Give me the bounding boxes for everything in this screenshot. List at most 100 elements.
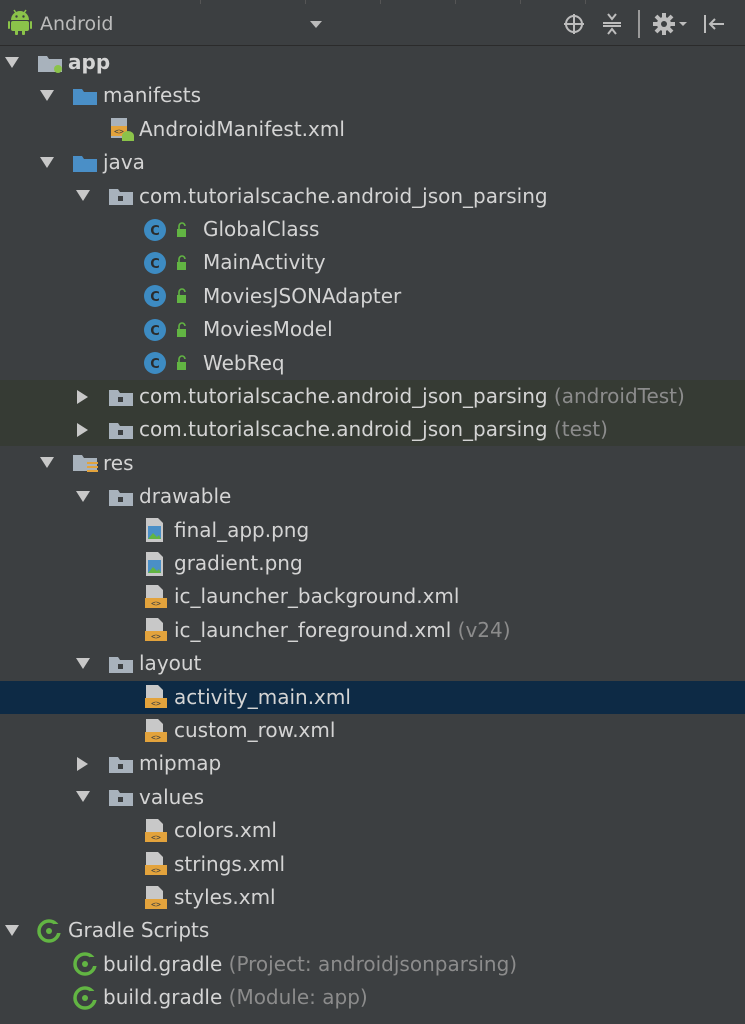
tree-row[interactable]: com.tutorialscache.android_json_parsing …: [0, 413, 745, 447]
tree-row[interactable]: <> strings.xml: [0, 848, 745, 881]
view-mode-selector[interactable]: Android: [8, 8, 328, 40]
collapse-arrow-icon[interactable]: [73, 380, 93, 413]
tree-item-name: GlobalClass: [203, 217, 320, 241]
expand-arrow-icon[interactable]: [73, 480, 93, 513]
tree-row[interactable]: build.gradle (Module: app): [0, 981, 745, 1014]
gradle-icon: [72, 948, 100, 981]
tree-item-label: colors.xml: [174, 814, 277, 847]
tree-row[interactable]: layout: [0, 647, 745, 680]
tree-item-hint: (v24): [451, 617, 511, 642]
tree-item-label: build.gradle (Project: androidjsonparsin…: [103, 948, 517, 981]
class-icon: C: [143, 313, 193, 346]
tree-row[interactable]: final_app.png: [0, 514, 745, 547]
tree-row[interactable]: java: [0, 146, 745, 179]
svg-text:C: C: [150, 324, 160, 339]
folder-icon: [72, 79, 98, 112]
tree-item-label: MainActivity: [203, 246, 326, 279]
svg-text:C: C: [150, 224, 160, 239]
tree-item-name: MainActivity: [203, 250, 326, 275]
package-icon: [108, 747, 134, 780]
tree-row[interactable]: res: [0, 447, 745, 480]
tree-item-name: build.gradle: [103, 951, 223, 976]
svg-text:<>: <>: [151, 599, 161, 608]
chevron-down-icon: [310, 21, 322, 28]
tick-mark: [305, 0, 306, 4]
expand-arrow-icon[interactable]: [73, 180, 93, 213]
class-icon: C: [143, 213, 193, 246]
tree-item-name: WebReq: [203, 350, 285, 375]
expand-arrow-icon[interactable]: [37, 146, 57, 179]
tree-item-label: com.tutorialscache.android_json_parsing: [139, 180, 548, 213]
expand-arrow-icon[interactable]: [2, 914, 22, 947]
tree-item-label: com.tutorialscache.android_json_parsing …: [139, 413, 608, 446]
tree-item-name: build.gradle: [103, 985, 223, 1010]
package-icon: [108, 180, 134, 213]
tree-item-hint: (androidTest): [547, 384, 685, 408]
res-folder-icon: [72, 447, 100, 480]
tree-row[interactable]: com.tutorialscache.android_json_parsing …: [0, 380, 745, 413]
tree-item-name: layout: [139, 651, 202, 676]
expand-arrow-icon[interactable]: [2, 46, 22, 79]
svg-text:<>: <>: [151, 733, 161, 742]
tree-row[interactable]: build.gradle (Project: androidjsonparsin…: [0, 948, 745, 981]
tree-row[interactable]: <> AndroidManifest.xml: [0, 113, 745, 146]
svg-text:<>: <>: [151, 833, 161, 842]
expand-arrow-icon[interactable]: [37, 79, 57, 112]
collapse-arrow-icon[interactable]: [73, 413, 93, 446]
tree-item-label: drawable: [139, 480, 231, 513]
tree-item-label: GlobalClass: [203, 213, 319, 246]
tree-row[interactable]: manifests: [0, 79, 745, 112]
tree-row[interactable]: C MainActivity: [0, 246, 745, 279]
locate-icon[interactable]: [562, 12, 586, 36]
package-icon: [108, 647, 134, 680]
tree-row[interactable]: <> styles.xml: [0, 881, 745, 914]
tree-row[interactable]: com.tutorialscache.android_json_parsing: [0, 180, 745, 213]
tick-mark: [200, 0, 201, 4]
tree-item-label: MoviesJSONAdapter: [203, 280, 401, 313]
tree-row[interactable]: C WebReq: [0, 347, 745, 380]
image-file-icon: [143, 547, 167, 580]
tree-item-label: MoviesModel: [203, 313, 333, 346]
view-mode-label: Android: [40, 13, 114, 35]
tree-item-name: MoviesJSONAdapter: [203, 283, 402, 308]
collapse-all-icon[interactable]: [600, 12, 624, 36]
tree-row[interactable]: <> ic_launcher_background.xml: [0, 580, 745, 613]
tick-mark: [455, 0, 456, 4]
tree-item-label: com.tutorialscache.android_json_parsing …: [139, 380, 685, 413]
gradle-icon: [36, 914, 64, 947]
collapse-arrow-icon[interactable]: [73, 747, 93, 780]
expand-arrow-icon[interactable]: [73, 781, 93, 814]
expand-arrow-icon[interactable]: [37, 447, 57, 480]
tree-item-hint: (test): [547, 417, 608, 442]
tree-row[interactable]: Gradle Scripts: [0, 914, 745, 947]
tree-row[interactable]: C GlobalClass: [0, 213, 745, 246]
tree-row[interactable]: C MoviesJSONAdapter: [0, 280, 745, 313]
tree-item-name: drawable: [139, 484, 232, 509]
expand-arrow-icon[interactable]: [73, 647, 93, 680]
gradle-icon: [72, 981, 100, 1014]
tick-mark: [380, 0, 381, 4]
tree-row[interactable]: C MoviesModel: [0, 313, 745, 346]
tree-item-label: res: [103, 447, 134, 480]
tree-row[interactable]: values: [0, 781, 745, 814]
android-icon: [8, 9, 32, 39]
tree-row[interactable]: drawable: [0, 480, 745, 513]
tree-row[interactable]: <> colors.xml: [0, 814, 745, 847]
hide-panel-icon[interactable]: [702, 12, 726, 36]
tree-row[interactable]: gradient.png: [0, 547, 745, 580]
package-icon: [108, 781, 134, 814]
tree-item-name: com.tutorialscache.android_json_parsing: [139, 417, 548, 442]
tree-item-label: gradient.png: [174, 547, 303, 580]
tree-row[interactable]: <> custom_row.xml: [0, 714, 745, 747]
gear-icon[interactable]: [652, 12, 688, 36]
svg-text:<>: <>: [151, 866, 161, 875]
tree-row[interactable]: mipmap: [0, 747, 745, 780]
tree-row[interactable]: app: [0, 46, 745, 79]
tree-item-name: Gradle Scripts: [68, 918, 210, 943]
tree-item-label: final_app.png: [174, 514, 309, 547]
toolbar-separator: [638, 10, 640, 38]
tree-row[interactable]: <> activity_main.xml: [0, 680, 745, 714]
tree-row[interactable]: <> ic_launcher_foreground.xml (v24): [0, 614, 745, 647]
tree-item-name: app: [68, 50, 111, 74]
tick-mark: [585, 0, 586, 4]
